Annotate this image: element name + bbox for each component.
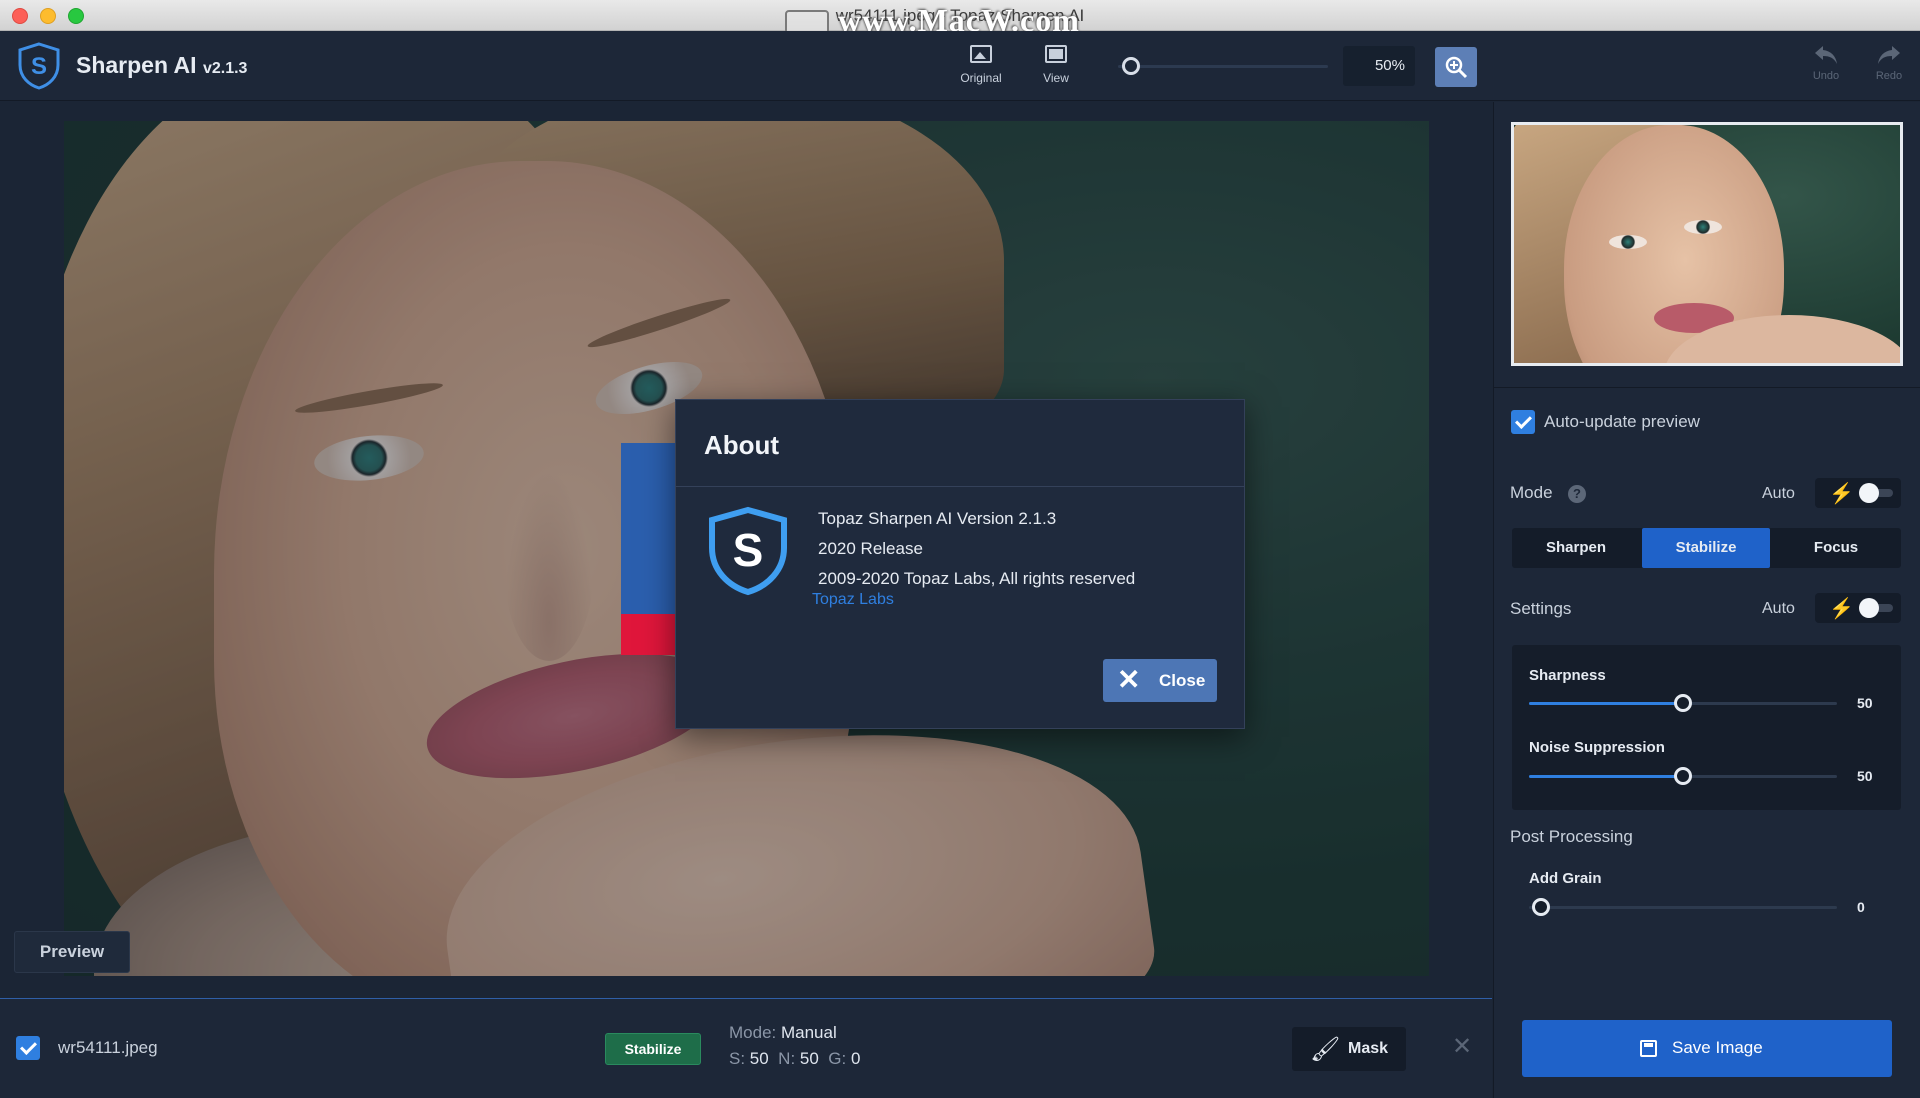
mode-selector: Sharpen Stabilize Focus bbox=[1512, 528, 1901, 568]
sharpen-logo-icon: S bbox=[18, 42, 60, 90]
about-dialog-title: About bbox=[704, 430, 780, 460]
lightning-icon: ⚡ bbox=[1829, 483, 1854, 505]
mode-label: Mode bbox=[1510, 483, 1553, 502]
svg-text:S: S bbox=[31, 53, 47, 80]
file-select-checkbox[interactable] bbox=[16, 1036, 40, 1060]
original-button[interactable]: Original bbox=[951, 45, 1011, 85]
preview-button[interactable]: Preview bbox=[14, 931, 130, 973]
help-icon[interactable]: ? bbox=[1568, 485, 1586, 503]
mode-badge: Stabilize bbox=[605, 1033, 701, 1065]
app-toolbar: S Sharpen AI v2.1.3 Original View bbox=[0, 31, 1920, 101]
settings-label: Settings bbox=[1510, 599, 1572, 618]
background-window-accent bbox=[621, 614, 681, 655]
mode-sharpen-tab[interactable]: Sharpen bbox=[1512, 528, 1640, 568]
divider bbox=[676, 486, 1244, 487]
sharpness-slider-handle[interactable] bbox=[1674, 694, 1692, 712]
settings-auto-toggle[interactable]: ⚡ bbox=[1815, 593, 1901, 623]
about-release-line: 2020 Release bbox=[818, 539, 923, 558]
sharpness-label: Sharpness bbox=[1529, 667, 1606, 684]
undo-button[interactable]: Undo bbox=[1806, 44, 1846, 82]
stat-g-key: G: bbox=[828, 1049, 847, 1068]
add-grain-label: Add Grain bbox=[1529, 870, 1602, 887]
brush-icon: 🖌 bbox=[1310, 1036, 1341, 1063]
mode-auto-label: Auto bbox=[1762, 485, 1795, 502]
mask-button[interactable]: 🖌 Mask bbox=[1292, 1027, 1406, 1071]
about-version-line: Topaz Sharpen AI Version 2.1.3 bbox=[818, 509, 1057, 528]
file-mode-key: Mode: bbox=[729, 1023, 777, 1042]
zoom-button[interactable] bbox=[1435, 47, 1477, 87]
file-mode-value: Manual bbox=[780, 1023, 837, 1042]
file-mode: Mode: Manual bbox=[729, 1023, 837, 1043]
auto-update-label: Auto-update preview bbox=[1544, 412, 1700, 431]
mask-label: Mask bbox=[1348, 1040, 1389, 1057]
view-label: View bbox=[1043, 71, 1069, 85]
zoom-in-icon bbox=[1445, 56, 1468, 79]
zoom-value[interactable]: 50% bbox=[1343, 46, 1415, 86]
mode-auto-toggle[interactable]: ⚡ bbox=[1815, 478, 1901, 508]
zoom-slider-handle[interactable] bbox=[1122, 57, 1140, 75]
about-dialog: About S Topaz Sharpen AI Version 2.1.3 2… bbox=[675, 399, 1245, 729]
save-image-button[interactable]: Save Image bbox=[1522, 1020, 1892, 1077]
auto-update-checkbox[interactable] bbox=[1511, 410, 1535, 434]
noise-suppression-slider-handle[interactable] bbox=[1674, 767, 1692, 785]
redo-icon bbox=[1878, 46, 1900, 64]
stat-g-value: 0 bbox=[850, 1049, 861, 1068]
file-name[interactable]: wr54111.jpeg bbox=[58, 1038, 158, 1058]
noise-suppression-value: 50 bbox=[1857, 768, 1873, 784]
topaz-labs-link[interactable]: Topaz Labs bbox=[812, 591, 894, 609]
sharpness-value: 50 bbox=[1857, 695, 1873, 711]
divider bbox=[1493, 387, 1920, 388]
save-disk-icon bbox=[1640, 1040, 1657, 1057]
stat-s-value: 50 bbox=[749, 1049, 769, 1068]
image-icon bbox=[970, 45, 992, 63]
view-button[interactable]: View bbox=[1026, 45, 1086, 85]
save-image-label: Save Image bbox=[1672, 1038, 1763, 1057]
close-icon: ✕ bbox=[1117, 664, 1141, 695]
about-close-button[interactable]: ✕ Close bbox=[1103, 659, 1217, 702]
lightning-icon: ⚡ bbox=[1829, 598, 1854, 620]
app-version: v2.1.3 bbox=[202, 60, 248, 77]
navigator-thumbnail[interactable] bbox=[1511, 122, 1903, 366]
original-label: Original bbox=[960, 71, 1002, 85]
stat-n-value: 50 bbox=[799, 1049, 819, 1068]
undo-icon bbox=[1815, 46, 1837, 64]
redo-label: Redo bbox=[1875, 70, 1903, 82]
about-close-label: Close bbox=[1159, 671, 1206, 690]
app-name-text: Sharpen AI bbox=[76, 52, 197, 78]
settings-auto-label: Auto bbox=[1762, 600, 1795, 617]
noise-suppression-label: Noise Suppression bbox=[1529, 739, 1665, 756]
remove-file-icon[interactable]: ✕ bbox=[1452, 1032, 1472, 1061]
stat-s-key: S: bbox=[729, 1049, 746, 1068]
add-grain-value: 0 bbox=[1857, 899, 1865, 915]
redo-button[interactable]: Redo bbox=[1869, 44, 1909, 82]
undo-label: Undo bbox=[1812, 70, 1840, 82]
file-list-bar bbox=[0, 998, 1492, 1098]
post-processing-label: Post Processing bbox=[1510, 827, 1633, 846]
add-grain-slider-track[interactable] bbox=[1529, 906, 1837, 909]
view-icon bbox=[1045, 45, 1067, 63]
sharpen-logo-icon: S bbox=[709, 506, 787, 596]
app-name: Sharpen AI v2.1.3 bbox=[76, 52, 247, 79]
svg-text:S: S bbox=[733, 524, 764, 576]
mode-focus-tab[interactable]: Focus bbox=[1772, 528, 1900, 568]
mode-stabilize-tab[interactable]: Stabilize bbox=[1642, 528, 1770, 568]
about-copyright-line: 2009-2020 Topaz Labs, All rights reserve… bbox=[818, 569, 1136, 588]
stat-n-key: N: bbox=[778, 1049, 796, 1068]
add-grain-slider-handle[interactable] bbox=[1532, 898, 1550, 916]
file-stats: S: 50 N: 50 G: 0 bbox=[729, 1049, 860, 1069]
zoom-slider-track[interactable] bbox=[1118, 65, 1328, 68]
